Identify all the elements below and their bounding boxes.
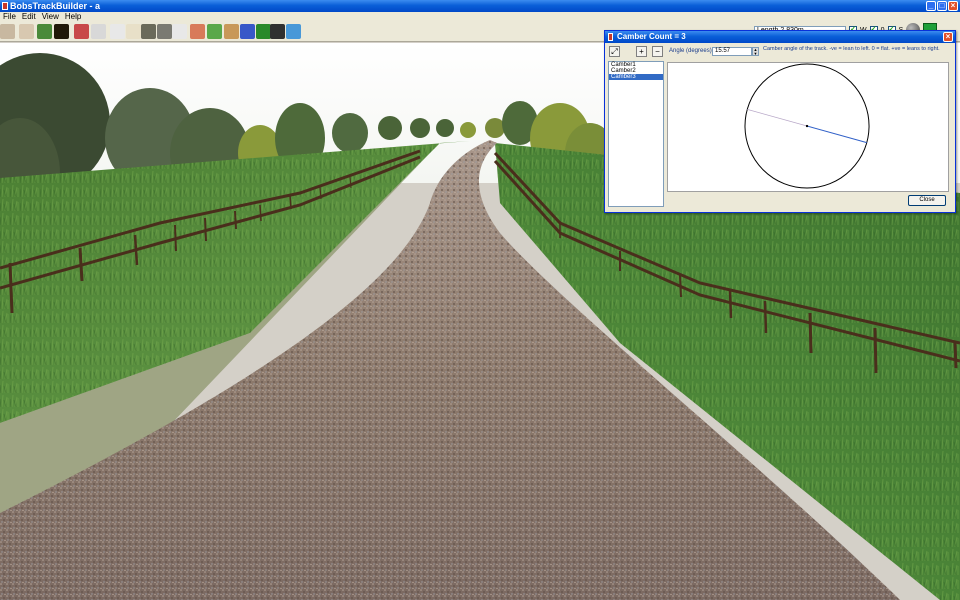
camber-list: Camber1 Camber2 Camber3 [608, 61, 664, 207]
camera-icon[interactable] [270, 24, 285, 39]
close-button[interactable]: Close [908, 195, 946, 206]
angle-input[interactable]: 15.57 [712, 47, 752, 56]
angle-label: Angle (degrees): [669, 48, 714, 54]
menu-help[interactable]: Help [65, 12, 81, 22]
node-icon[interactable] [19, 24, 34, 39]
main-title-bar[interactable]: BobsTrackBuilder - a _ □ × [0, 0, 960, 12]
angle-spinner[interactable]: ▲ ▼ [752, 47, 759, 56]
landscape-icon[interactable] [224, 24, 239, 39]
brick-icon[interactable] [190, 24, 205, 39]
terrain-icon[interactable] [207, 24, 222, 39]
dialog-close-icon[interactable]: × [943, 32, 953, 42]
objects-icon[interactable] [240, 24, 255, 39]
window-controls: _ □ × [926, 1, 958, 11]
camber-angle-line[interactable] [806, 125, 867, 144]
water-icon[interactable] [286, 24, 301, 39]
camber-preview[interactable] [667, 62, 949, 192]
add-camber-button[interactable]: + [636, 46, 647, 57]
minimize-button[interactable]: _ [926, 1, 936, 11]
camber-dialog: Camber Count = 3 × ⤢ + − Angle (degrees)… [604, 30, 956, 213]
remove-camber-button[interactable]: − [652, 46, 663, 57]
dialog-title-bar[interactable]: Camber Count = 3 × [605, 31, 955, 43]
camber-list-item-3[interactable]: Camber3 [609, 74, 663, 80]
app-icon [2, 2, 8, 10]
wall-icon[interactable] [157, 24, 172, 39]
road-icon[interactable] [141, 24, 156, 39]
path-icon[interactable] [126, 24, 141, 39]
checker-icon[interactable] [256, 24, 271, 39]
menu-file[interactable]: File [3, 12, 16, 22]
camber-line-back [747, 109, 808, 127]
sun-icon[interactable] [54, 24, 69, 39]
pointer-icon[interactable] [0, 24, 15, 39]
book-icon[interactable] [74, 24, 89, 39]
expand-icon[interactable]: ⤢ [609, 46, 620, 57]
menu-edit[interactable]: Edit [22, 12, 36, 22]
menu-view[interactable]: View [42, 12, 59, 22]
dialog-title: Camber Count = 3 [617, 32, 686, 41]
tree-icon[interactable] [37, 24, 52, 39]
menu-bar: File Edit View Help [0, 12, 960, 22]
maximize-button[interactable]: □ [937, 1, 947, 11]
fence-icon[interactable] [91, 24, 106, 39]
spline-icon[interactable] [110, 24, 125, 39]
camber-center-point [805, 124, 809, 128]
camber-hint: Camber angle of the track. -ve = lean to… [763, 46, 940, 52]
camber-icon[interactable] [172, 24, 187, 39]
window-title: BobsTrackBuilder - a [10, 1, 101, 11]
close-window-button[interactable]: × [948, 1, 958, 11]
dialog-app-icon [608, 33, 613, 41]
